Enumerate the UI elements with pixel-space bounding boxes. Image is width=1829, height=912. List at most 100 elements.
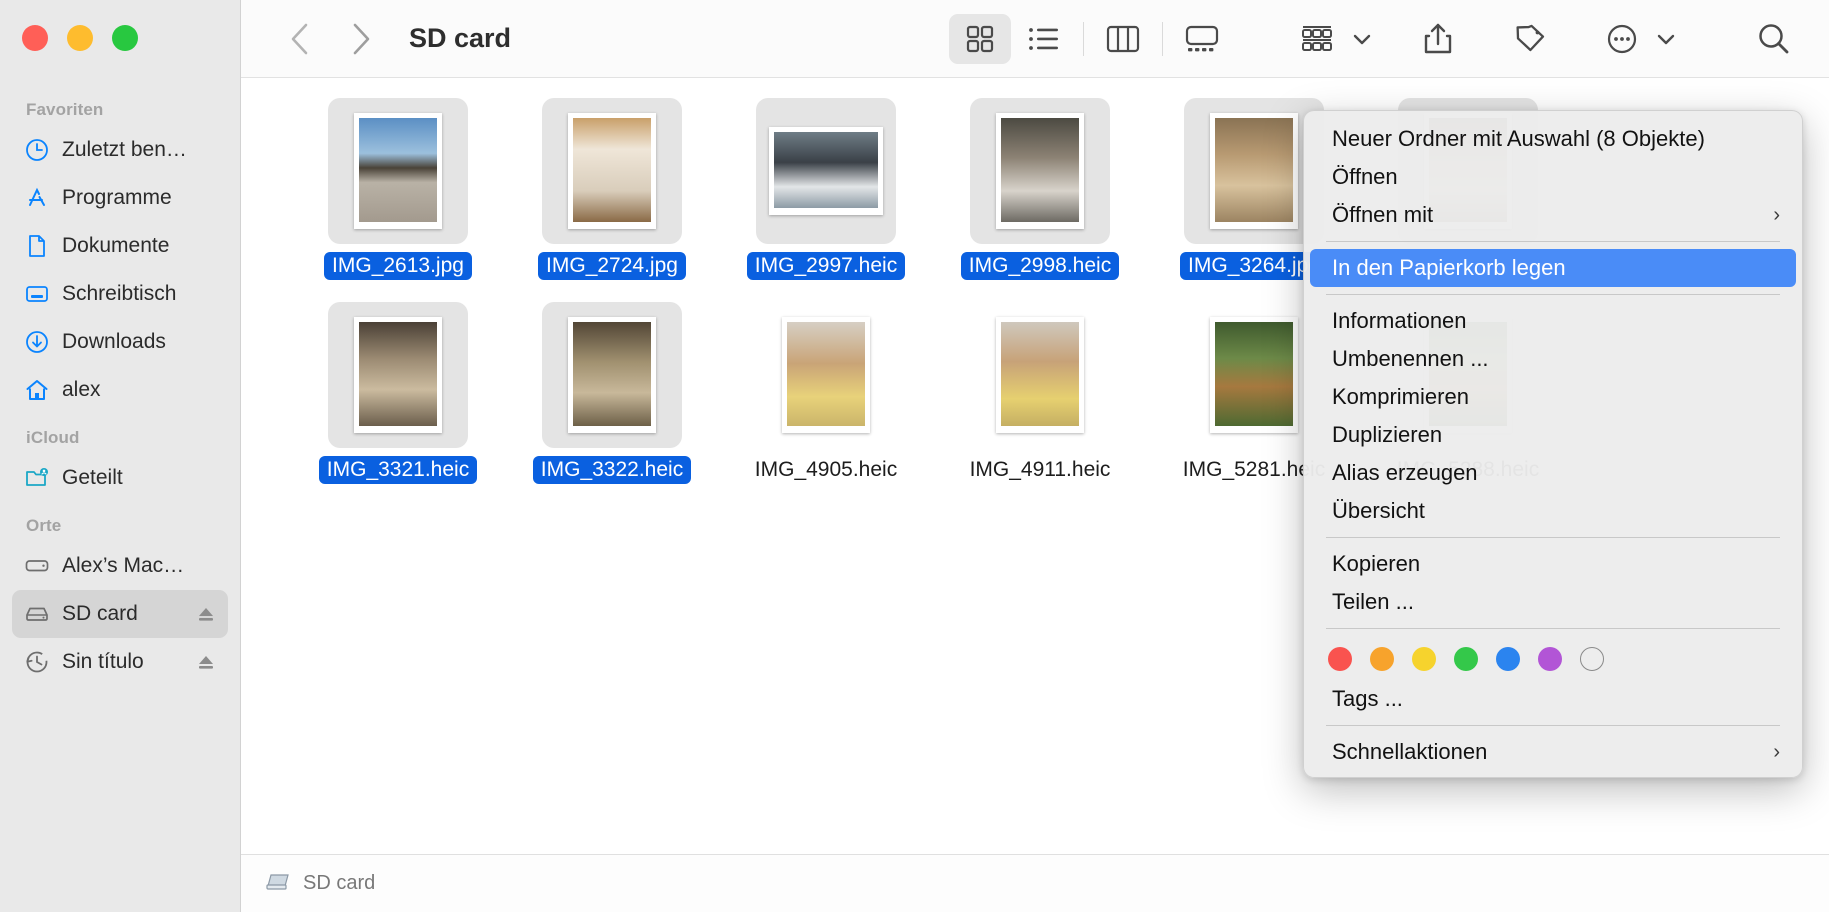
photo-frame [996, 317, 1084, 433]
column-view-button[interactable] [1092, 14, 1154, 64]
sidebar-item-dokumente[interactable]: Dokumente [12, 222, 228, 270]
tags-button[interactable] [1503, 14, 1557, 64]
file-name-label[interactable]: IMG_4905.heic [747, 456, 905, 484]
close-button[interactable] [22, 25, 48, 51]
file-name-label[interactable]: IMG_2998.heic [961, 252, 1119, 280]
view-mode-group [949, 14, 1233, 64]
file-item[interactable]: IMG_2998.heic [933, 98, 1147, 280]
tag-color-dot[interactable] [1538, 647, 1562, 671]
file-item[interactable]: IMG_3322.heic [505, 302, 719, 484]
zoom-button[interactable] [112, 25, 138, 51]
photo-image [787, 322, 865, 426]
chevron-right-icon: › [1773, 204, 1780, 227]
file-thumbnail[interactable] [970, 98, 1110, 244]
file-name-label[interactable]: IMG_2997.heic [747, 252, 905, 280]
menu-separator [1326, 294, 1780, 295]
eject-icon[interactable] [196, 604, 216, 624]
menu-item-tags[interactable]: Tags ... [1310, 680, 1796, 718]
toolbar-divider-2 [1162, 22, 1163, 56]
file-thumbnail[interactable] [542, 98, 682, 244]
tag-color-dot[interactable] [1496, 647, 1520, 671]
sidebar-item-alex-s-mac[interactable]: Alex’s Mac… [12, 542, 228, 590]
file-thumbnail[interactable] [328, 302, 468, 448]
photo-image [573, 322, 651, 426]
file-thumbnail[interactable] [328, 98, 468, 244]
file-name-label[interactable]: IMG_3322.heic [533, 456, 691, 484]
menu-item-duplizieren[interactable]: Duplizieren [1310, 416, 1796, 454]
tag-color-dot[interactable] [1454, 647, 1478, 671]
list-view-button[interactable] [1013, 14, 1075, 64]
menu-item-öffnen-mit[interactable]: Öffnen mit› [1310, 196, 1796, 234]
context-menu[interactable]: Neuer Ordner mit Auswahl (8 Objekte)Öffn… [1303, 110, 1803, 778]
back-button[interactable] [277, 17, 321, 61]
photo-frame [996, 113, 1084, 229]
menu-item-kopieren[interactable]: Kopieren [1310, 545, 1796, 583]
tag-color-dot[interactable] [1370, 647, 1394, 671]
sidebar-item-zuletzt-ben[interactable]: Zuletzt ben… [12, 126, 228, 174]
file-item[interactable]: IMG_4911.heic [933, 302, 1147, 484]
menu-item-öffnen[interactable]: Öffnen [1310, 158, 1796, 196]
chevron-right-icon: › [1773, 741, 1780, 764]
sidebar-item-label: Programme [62, 186, 172, 210]
icon-view-button[interactable] [949, 14, 1011, 64]
share-button[interactable] [1411, 14, 1465, 64]
sidebar-item-downloads[interactable]: Downloads [12, 318, 228, 366]
more-actions-button[interactable] [1595, 14, 1649, 64]
menu-item-label: Komprimieren [1332, 384, 1469, 410]
file-item[interactable]: IMG_3321.heic [291, 302, 505, 484]
photo-image [1001, 118, 1079, 222]
timemachine-icon [24, 649, 50, 675]
file-name-label[interactable]: IMG_2613.jpg [324, 252, 472, 280]
menu-item-label: Alias erzeugen [1332, 460, 1478, 486]
gallery-view-button[interactable] [1171, 14, 1233, 64]
sidebar-item-programme[interactable]: Programme [12, 174, 228, 222]
status-volume-label: SD card [303, 872, 375, 895]
sidebar-item-sin-t-tulo[interactable]: Sin título [12, 638, 228, 686]
sidebar-item-alex[interactable]: alex [12, 366, 228, 414]
file-thumbnail[interactable] [756, 98, 896, 244]
photo-frame [354, 113, 442, 229]
sidebar-item-schreibtisch[interactable]: Schreibtisch [12, 270, 228, 318]
file-item[interactable]: IMG_2997.heic [719, 98, 933, 280]
chevron-down-icon[interactable] [1351, 28, 1373, 50]
file-item[interactable]: IMG_2613.jpg [291, 98, 505, 280]
photo-image [359, 118, 437, 222]
tag-color-dot[interactable] [1328, 647, 1352, 671]
file-thumbnail[interactable] [542, 302, 682, 448]
file-name-label[interactable]: IMG_3321.heic [319, 456, 477, 484]
menu-separator [1326, 628, 1780, 629]
eject-icon[interactable] [196, 652, 216, 672]
file-item[interactable]: IMG_2724.jpg [505, 98, 719, 280]
sidebar-item-label: Alex’s Mac… [62, 554, 184, 578]
menu-item-in-den-papierkorb-legen[interactable]: In den Papierkorb legen [1310, 249, 1796, 287]
tag-color-dot[interactable] [1580, 647, 1604, 671]
menu-item-informationen[interactable]: Informationen [1310, 302, 1796, 340]
traffic-lights [22, 25, 138, 51]
photo-image [573, 118, 651, 222]
group-by-button[interactable] [1291, 14, 1345, 64]
file-thumbnail[interactable] [970, 302, 1110, 448]
menu-item-teilen[interactable]: Teilen ... [1310, 583, 1796, 621]
menu-item-komprimieren[interactable]: Komprimieren [1310, 378, 1796, 416]
computer-icon [24, 553, 50, 579]
sidebar-item-label: alex [62, 378, 101, 402]
menu-item-label: Kopieren [1332, 551, 1420, 577]
menu-item-schnellaktionen[interactable]: Schnellaktionen› [1310, 733, 1796, 771]
minimize-button[interactable] [67, 25, 93, 51]
file-name-label[interactable]: IMG_2724.jpg [538, 252, 686, 280]
menu-item-übersicht[interactable]: Übersicht [1310, 492, 1796, 530]
file-item[interactable]: IMG_4905.heic [719, 302, 933, 484]
file-thumbnail[interactable] [756, 302, 896, 448]
menu-item-neuer-ordner-mit-auswahl-8-objekte[interactable]: Neuer Ordner mit Auswahl (8 Objekte) [1310, 120, 1796, 158]
photo-image [1215, 118, 1293, 222]
search-button[interactable] [1747, 14, 1801, 64]
forward-button[interactable] [339, 17, 383, 61]
tag-color-dot[interactable] [1412, 647, 1436, 671]
sidebar-item-geteilt[interactable]: Geteilt [12, 454, 228, 502]
file-name-label[interactable]: IMG_4911.heic [962, 456, 1119, 484]
menu-item-umbenennen[interactable]: Umbenennen ... [1310, 340, 1796, 378]
harddisk-icon [24, 601, 50, 627]
sidebar-item-sd-card[interactable]: SD card [12, 590, 228, 638]
menu-item-alias-erzeugen[interactable]: Alias erzeugen [1310, 454, 1796, 492]
more-chevron-down-icon[interactable] [1655, 28, 1677, 50]
